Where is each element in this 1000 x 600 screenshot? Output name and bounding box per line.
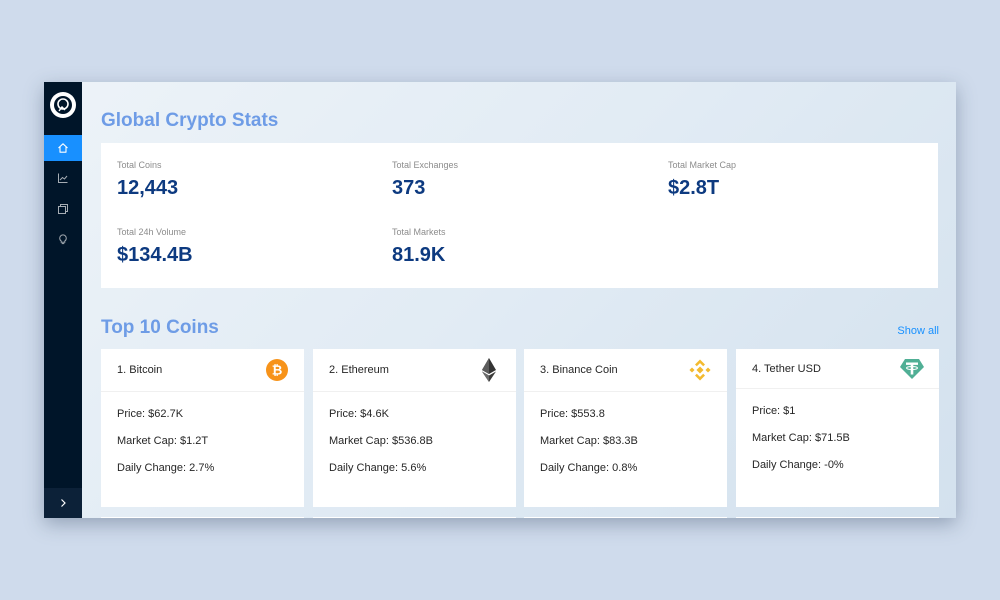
top-coins-title: Top 10 Coins bbox=[101, 317, 219, 338]
coin-daily-change: Daily Change: 5.6% bbox=[329, 462, 427, 474]
main-content: Global Crypto Stats Total Coins 12,443 T… bbox=[82, 82, 956, 518]
stat-total-24h-volume: Total 24h Volume $134.4B bbox=[117, 227, 357, 267]
coin-market-cap: Market Cap: $83.3B bbox=[540, 435, 638, 447]
coin-card-peek bbox=[101, 517, 304, 518]
stat-label: Total Coins bbox=[117, 160, 162, 170]
coin-market-cap: Market Cap: $536.8B bbox=[329, 435, 433, 447]
coin-price: Price: $553.8 bbox=[540, 408, 605, 420]
coin-card-header: 1. Bitcoin ₿ bbox=[101, 349, 304, 392]
stat-total-coins: Total Coins 12,443 bbox=[117, 160, 357, 200]
coin-daily-change: Daily Change: 0.8% bbox=[540, 462, 638, 474]
coin-card-header: 4. Tether USD bbox=[736, 349, 939, 389]
stats-card: Total Coins 12,443 Total Exchanges 373 T… bbox=[101, 143, 938, 288]
coin-card-body: Price: $1 Market Cap: $71.5B Daily Chang… bbox=[736, 389, 939, 471]
coin-name: 3. Binance Coin bbox=[540, 364, 618, 376]
show-all-link[interactable]: Show all bbox=[897, 325, 939, 337]
coin-card-ethereum[interactable]: 2. Ethereum Price: $4.6K Market Cap: $53… bbox=[313, 349, 516, 507]
coin-market-cap: Market Cap: $71.5B bbox=[752, 432, 850, 444]
stat-total-markets: Total Markets 81.9K bbox=[392, 227, 632, 267]
coin-price: Price: $1 bbox=[752, 405, 796, 417]
bulb-icon bbox=[59, 234, 67, 245]
app-logo-icon[interactable] bbox=[50, 92, 76, 118]
coin-card-peek bbox=[313, 517, 516, 518]
stat-total-exchanges: Total Exchanges 373 bbox=[392, 160, 632, 200]
sidebar-item-home[interactable] bbox=[44, 135, 82, 161]
stats-title: Global Crypto Stats bbox=[101, 110, 279, 131]
app-window: Global Crypto Stats Total Coins 12,443 T… bbox=[44, 82, 956, 518]
coin-card-tether[interactable]: 4. Tether USD Price: $1 Market Cap: $71.… bbox=[736, 349, 939, 507]
coin-market-cap: Market Cap: $1.2T bbox=[117, 435, 209, 447]
coin-card-peek bbox=[736, 517, 939, 518]
home-icon bbox=[58, 143, 68, 153]
cards-icon bbox=[58, 204, 68, 214]
stat-value: 373 bbox=[392, 177, 426, 199]
coin-name: 1. Bitcoin bbox=[117, 364, 163, 376]
bitcoin-icon: ₿ bbox=[265, 358, 289, 382]
coin-card-body: Price: $4.6K Market Cap: $536.8B Daily C… bbox=[313, 392, 516, 474]
coin-card-binance[interactable]: 3. Binance Coin Price: $553.8 Market Cap… bbox=[524, 349, 727, 507]
chart-icon bbox=[58, 173, 68, 183]
stat-value: $2.8T bbox=[668, 177, 720, 199]
coin-name: 4. Tether USD bbox=[752, 362, 821, 375]
stat-label: Total 24h Volume bbox=[117, 227, 187, 237]
sidebar bbox=[44, 82, 82, 518]
stat-total-market-cap: Total Market Cap $2.8T bbox=[668, 160, 908, 200]
tether-icon bbox=[900, 357, 924, 381]
sidebar-item-exchanges[interactable] bbox=[44, 196, 82, 222]
svg-text:₿: ₿ bbox=[272, 363, 283, 378]
ethereum-icon bbox=[477, 358, 501, 382]
stat-label: Total Market Cap bbox=[668, 160, 737, 170]
sidebar-item-charts[interactable] bbox=[44, 165, 82, 191]
coin-card-body: Price: $62.7K Market Cap: $1.2T Daily Ch… bbox=[101, 392, 304, 474]
coin-card-peek bbox=[524, 517, 727, 518]
coin-daily-change: Daily Change: -0% bbox=[752, 459, 844, 471]
coin-card-header: 2. Ethereum bbox=[313, 349, 516, 392]
stat-value: 81.9K bbox=[392, 244, 446, 266]
binance-icon bbox=[688, 358, 712, 382]
stat-value: $134.4B bbox=[117, 244, 193, 266]
stat-label: Total Exchanges bbox=[392, 160, 459, 170]
sidebar-collapse-button[interactable] bbox=[44, 488, 82, 518]
stat-label: Total Markets bbox=[392, 227, 446, 237]
coin-card-body: Price: $553.8 Market Cap: $83.3B Daily C… bbox=[524, 392, 727, 474]
coin-daily-change: Daily Change: 2.7% bbox=[117, 462, 215, 474]
sidebar-item-news[interactable] bbox=[44, 226, 82, 252]
coin-price: Price: $4.6K bbox=[329, 408, 389, 420]
coin-card-bitcoin[interactable]: 1. Bitcoin ₿ Price: $62.7K Market Cap: $… bbox=[101, 349, 304, 507]
chevron-right-icon bbox=[61, 499, 66, 507]
coin-price: Price: $62.7K bbox=[117, 408, 184, 420]
coin-card-header: 3. Binance Coin bbox=[524, 349, 727, 392]
coin-name: 2. Ethereum bbox=[329, 364, 389, 376]
stat-value: 12,443 bbox=[117, 177, 179, 199]
